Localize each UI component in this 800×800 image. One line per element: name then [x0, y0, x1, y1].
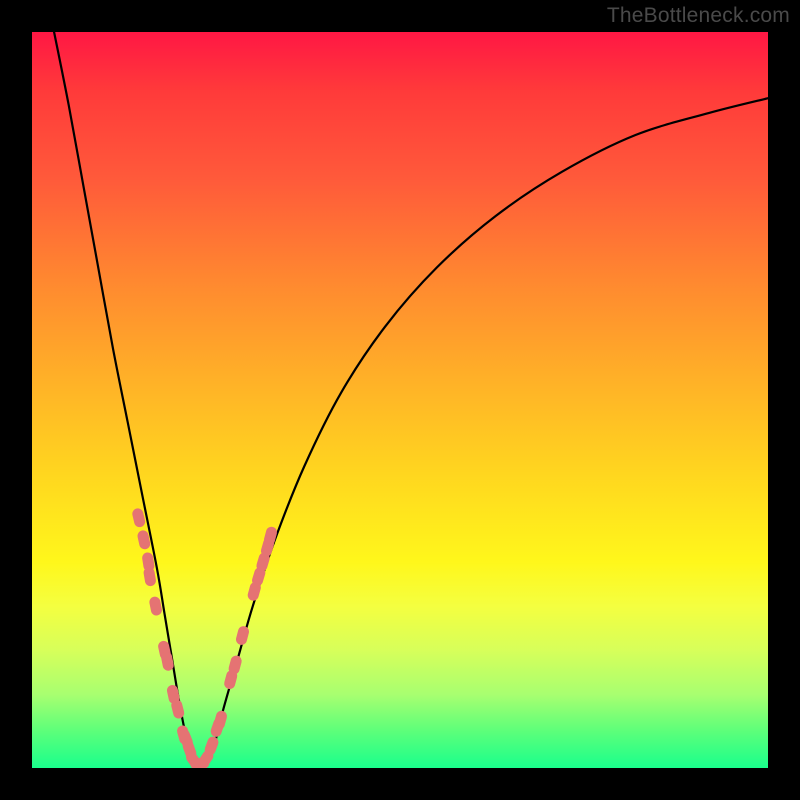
plot-svg	[32, 32, 768, 768]
plot-area	[32, 32, 768, 768]
curve-marker	[131, 507, 146, 528]
chart-frame: TheBottleneck.com	[0, 0, 800, 800]
curve-marker	[143, 566, 157, 587]
watermark-text: TheBottleneck.com	[607, 4, 790, 28]
curve-marker	[235, 625, 250, 646]
curve-marker	[160, 651, 175, 672]
curve-marker	[148, 596, 163, 617]
